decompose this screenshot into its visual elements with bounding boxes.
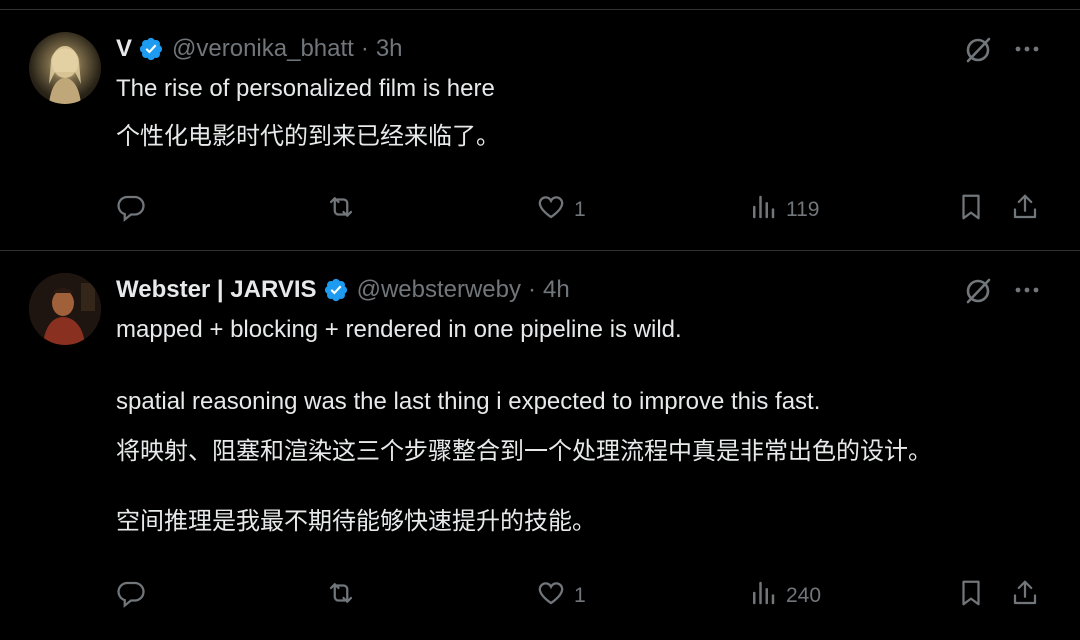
display-name[interactable]: V: [116, 35, 132, 63]
handle[interactable]: @veronika_bhatt: [172, 35, 354, 63]
more-icon[interactable]: [1012, 275, 1042, 305]
like-icon: [536, 192, 566, 228]
retweet-icon: [326, 578, 356, 614]
tweet-text-line: 将映射、阻塞和渲染这三个步骤整合到一个处理流程中真是非常出色的设计。: [116, 438, 932, 465]
like-button[interactable]: 1: [536, 190, 586, 230]
retweet-button[interactable]: [326, 576, 364, 616]
view-count: 240: [786, 584, 822, 607]
handle[interactable]: @websterweby: [357, 276, 521, 304]
bookmark-icon: [956, 578, 986, 614]
tweet-text-line: mapped + blocking + rendered in one pipe…: [116, 316, 682, 343]
display-name[interactable]: Webster | JARVIS: [116, 276, 317, 304]
views-button[interactable]: 240: [748, 576, 821, 616]
retweet-icon: [326, 192, 356, 228]
retweet-button[interactable]: [326, 190, 364, 230]
views-icon: [748, 578, 778, 614]
share-icon: [1010, 578, 1040, 614]
view-count: 119: [786, 198, 820, 221]
tweet-text-line: spatial reasoning was the last thing i e…: [116, 388, 821, 415]
grok-icon[interactable]: [962, 34, 994, 66]
action-bar: 1 240: [116, 576, 1050, 616]
like-count: 1: [574, 584, 586, 607]
share-button[interactable]: [1010, 190, 1040, 230]
reply-button[interactable]: [116, 576, 154, 616]
reply-button[interactable]: [116, 190, 154, 230]
bookmark-icon: [956, 192, 986, 228]
tweet-header: Webster | JARVIS @websterweby · 4h: [116, 273, 570, 307]
separator: ·: [528, 276, 537, 303]
tweet-header: V @veronika_bhatt · 3h: [116, 32, 403, 66]
action-bar: 1 119: [116, 190, 1050, 230]
tweet-text: mapped + blocking + rendered in one pipe…: [116, 313, 1040, 539]
reply-icon: [116, 578, 146, 614]
bookmark-button[interactable]: [956, 190, 986, 230]
share-button[interactable]: [1010, 576, 1040, 616]
verified-badge-icon: [138, 36, 164, 62]
reply-icon: [116, 192, 146, 228]
tweet-text-line: The rise of personalized film is here: [116, 75, 495, 102]
tweet-text-line: 空间推理是我最不期待能够快速提升的技能。: [116, 508, 596, 535]
tweet[interactable]: Webster | JARVIS @websterweby · 4h mappe…: [0, 251, 1080, 640]
timestamp[interactable]: 3h: [376, 35, 403, 63]
tweet[interactable]: V @veronika_bhatt · 3h The rise of perso…: [0, 10, 1080, 250]
tweet-text-line: 个性化电影时代的到来已经来临了。: [116, 123, 500, 150]
timestamp[interactable]: 4h: [543, 276, 570, 304]
views-icon: [748, 192, 778, 228]
tweet-text: The rise of personalized film is here 个性…: [116, 72, 1040, 154]
like-count: 1: [574, 198, 586, 221]
like-button[interactable]: 1: [536, 576, 586, 616]
like-icon: [536, 578, 566, 614]
bookmark-button[interactable]: [956, 576, 986, 616]
verified-badge-icon: [323, 277, 349, 303]
share-icon: [1010, 192, 1040, 228]
views-button[interactable]: 119: [748, 190, 819, 230]
grok-icon[interactable]: [962, 275, 994, 307]
more-icon[interactable]: [1012, 34, 1042, 64]
avatar[interactable]: [29, 32, 101, 104]
avatar[interactable]: [29, 273, 101, 345]
separator: ·: [360, 35, 369, 62]
